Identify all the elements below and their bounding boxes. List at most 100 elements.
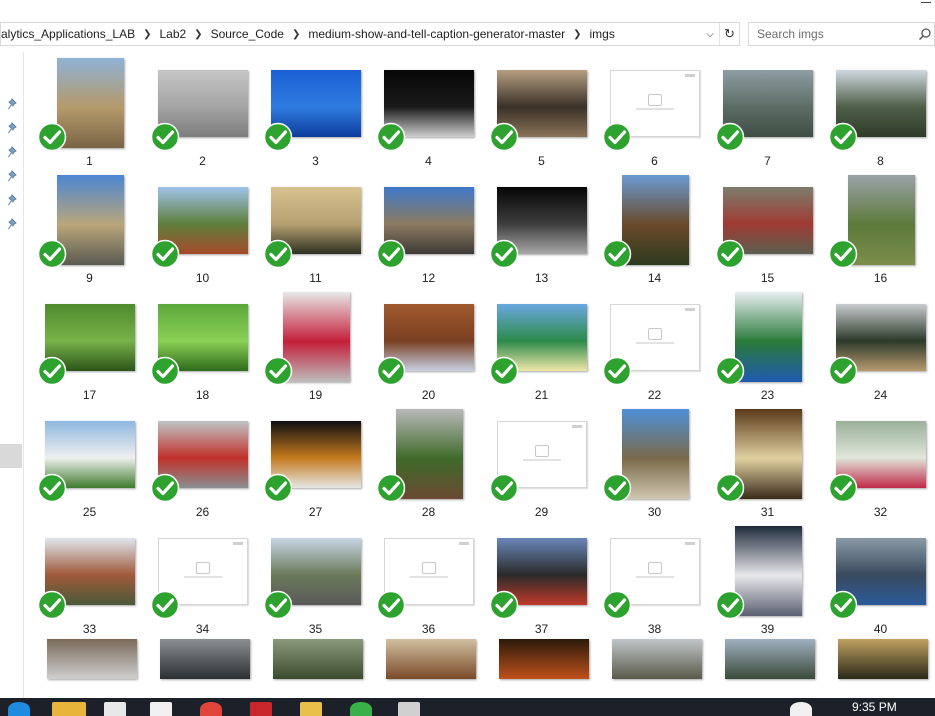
- file-item[interactable]: 20: [372, 286, 485, 403]
- file-thumbnail[interactable]: [499, 639, 589, 679]
- file-name: 19: [308, 388, 323, 402]
- file-item[interactable]: 17: [33, 286, 146, 403]
- minimize-button[interactable]: [921, 2, 931, 3]
- search-box[interactable]: [748, 22, 935, 46]
- file-item[interactable]: 22: [598, 286, 711, 403]
- file-item[interactable]: 28: [372, 403, 485, 520]
- file-thumbnail[interactable]: [47, 639, 137, 679]
- file-thumbnail[interactable]: [273, 639, 363, 679]
- file-name: 37: [534, 622, 549, 636]
- file-item[interactable]: 5: [485, 52, 598, 169]
- breadcrumb-separator-icon[interactable]: ❯: [194, 29, 202, 40]
- file-thumbnail[interactable]: [725, 639, 815, 679]
- file-item[interactable]: 16: [824, 169, 935, 286]
- pin-icon[interactable]: [8, 170, 20, 182]
- file-item[interactable]: 24: [824, 286, 935, 403]
- file-item[interactable]: 21: [485, 286, 598, 403]
- network-icon[interactable]: [790, 702, 812, 716]
- pdf-icon[interactable]: [250, 702, 272, 716]
- clock[interactable]: 9:35 PM: [852, 700, 897, 714]
- address-history-dropdown[interactable]: ⌵: [701, 23, 719, 45]
- file-item[interactable]: 38: [598, 520, 711, 637]
- search-input[interactable]: [757, 27, 917, 41]
- file-item[interactable]: 19: [259, 286, 372, 403]
- file-item[interactable]: 31: [711, 403, 824, 520]
- file-item[interactable]: 29: [485, 403, 598, 520]
- file-item[interactable]: 14: [598, 169, 711, 286]
- search-icon[interactable]: [918, 27, 932, 41]
- file-thumbnail[interactable]: [386, 639, 476, 679]
- sync-status-check-icon: [828, 239, 858, 269]
- snipping-icon[interactable]: [398, 702, 420, 716]
- pin-icon[interactable]: [8, 218, 20, 230]
- file-item[interactable]: 6: [598, 52, 711, 169]
- file-item[interactable]: 9: [33, 169, 146, 286]
- paint-icon[interactable]: [300, 702, 322, 716]
- refresh-button[interactable]: ↻: [719, 23, 739, 45]
- file-explorer-icon[interactable]: [52, 702, 86, 716]
- file-item[interactable]: 23: [711, 286, 824, 403]
- file-item[interactable]: 7: [711, 52, 824, 169]
- file-item[interactable]: 32: [824, 403, 935, 520]
- file-item[interactable]: 1: [33, 52, 146, 169]
- breadcrumb-item[interactable]: medium-show-and-tell-caption-generator-m…: [300, 23, 573, 45]
- file-item[interactable]: 4: [372, 52, 485, 169]
- pin-icon[interactable]: [8, 122, 20, 134]
- file-item[interactable]: 25: [33, 403, 146, 520]
- sync-status-check-icon: [263, 473, 293, 503]
- store-icon[interactable]: [104, 702, 126, 716]
- breadcrumb-item[interactable]: Lab2: [151, 23, 194, 45]
- breadcrumb-item[interactable]: alytics_Applications_LAB: [1, 23, 143, 45]
- breadcrumb-separator-icon[interactable]: ❯: [573, 29, 581, 40]
- cortana-icon[interactable]: [8, 702, 30, 716]
- file-item[interactable]: 2: [146, 52, 259, 169]
- file-item[interactable]: 26: [146, 403, 259, 520]
- file-item[interactable]: 27: [259, 403, 372, 520]
- file-item[interactable]: 35: [259, 520, 372, 637]
- sync-status-check-icon: [489, 473, 519, 503]
- file-item[interactable]: 12: [372, 169, 485, 286]
- pin-icon[interactable]: [8, 194, 20, 206]
- file-name: 22: [647, 388, 662, 402]
- file-item[interactable]: 8: [824, 52, 935, 169]
- file-item[interactable]: 13: [485, 169, 598, 286]
- file-item[interactable]: 37: [485, 520, 598, 637]
- file-name: 8: [877, 154, 884, 168]
- file-item[interactable]: 34: [146, 520, 259, 637]
- address-bar[interactable]: alytics_Applications_LAB ❯ Lab2 ❯ Source_Cod…: [0, 22, 740, 46]
- file-name: 39: [760, 622, 775, 636]
- sync-status-check-icon: [602, 473, 632, 503]
- sync-status-check-icon: [150, 590, 180, 620]
- file-thumbnail[interactable]: [612, 639, 702, 679]
- file-item[interactable]: 3: [259, 52, 372, 169]
- file-thumbnail[interactable]: [160, 639, 250, 679]
- sync-status-check-icon: [376, 122, 406, 152]
- sync-status-check-icon: [376, 590, 406, 620]
- sync-status-check-icon: [602, 122, 632, 152]
- file-item[interactable]: 40: [824, 520, 935, 637]
- breadcrumb-item[interactable]: imgs: [582, 23, 623, 45]
- file-item[interactable]: 10: [146, 169, 259, 286]
- file-item[interactable]: 18: [146, 286, 259, 403]
- file-thumbnail[interactable]: [838, 639, 928, 679]
- file-name: 5: [538, 154, 545, 168]
- chrome-icon[interactable]: [200, 702, 222, 716]
- sync-status-check-icon: [715, 239, 745, 269]
- file-item[interactable]: 11: [259, 169, 372, 286]
- file-item[interactable]: 33: [33, 520, 146, 637]
- file-item[interactable]: 15: [711, 169, 824, 286]
- file-item[interactable]: 39: [711, 520, 824, 637]
- nav-selected-item[interactable]: [0, 444, 22, 468]
- file-item[interactable]: 36: [372, 520, 485, 637]
- breadcrumb-separator-icon[interactable]: ❯: [143, 29, 151, 40]
- file-item[interactable]: 30: [598, 403, 711, 520]
- pin-icon[interactable]: [8, 98, 20, 110]
- pin-icon[interactable]: [8, 146, 20, 158]
- sync-icon[interactable]: [350, 702, 372, 716]
- breadcrumb-item[interactable]: Source_Code: [203, 23, 292, 45]
- graduation-cap-icon[interactable]: [150, 702, 172, 716]
- breadcrumb-separator-icon[interactable]: ❯: [292, 29, 300, 40]
- sync-status-check-icon: [715, 356, 745, 386]
- file-name: 26: [195, 505, 210, 519]
- file-name: 2: [199, 154, 206, 168]
